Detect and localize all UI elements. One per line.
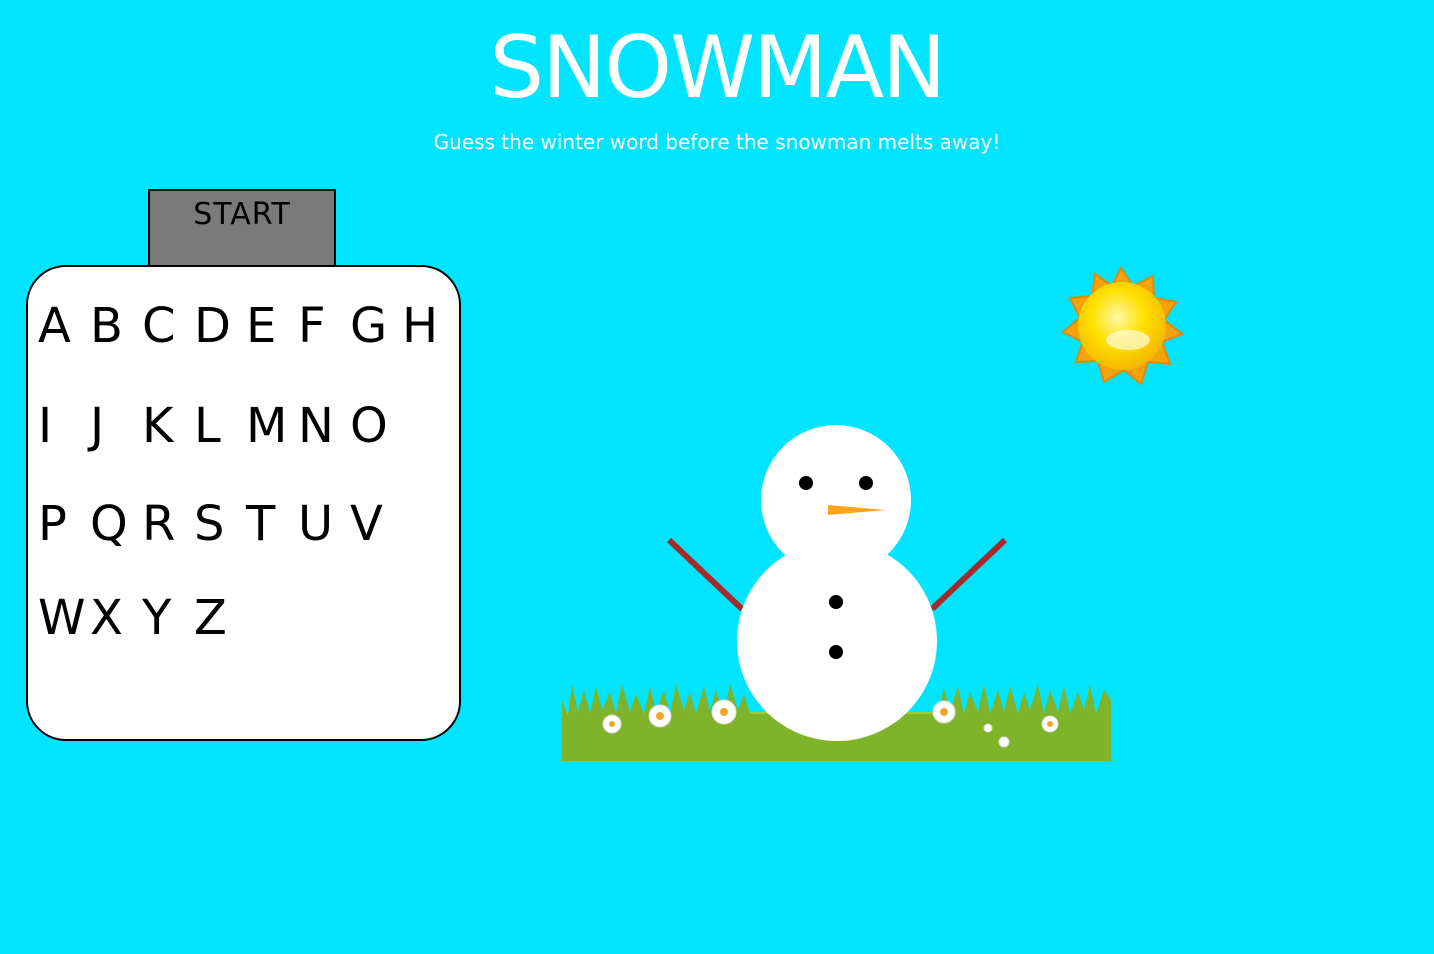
sun-icon: [1061, 266, 1184, 386]
game-scene: [562, 266, 1184, 761]
snowman-icon: [666, 425, 1008, 741]
snowman-right-arm: [929, 537, 1008, 612]
game-page: SNOWMAN Guess the winter word before the…: [0, 0, 1434, 954]
snowman-button: [829, 595, 843, 609]
snowman-eye-right: [859, 476, 873, 490]
snowman-left-arm: [666, 537, 745, 612]
snowman-eye-left: [799, 476, 813, 490]
snowman-head: [761, 425, 911, 575]
snowman-button: [829, 645, 843, 659]
